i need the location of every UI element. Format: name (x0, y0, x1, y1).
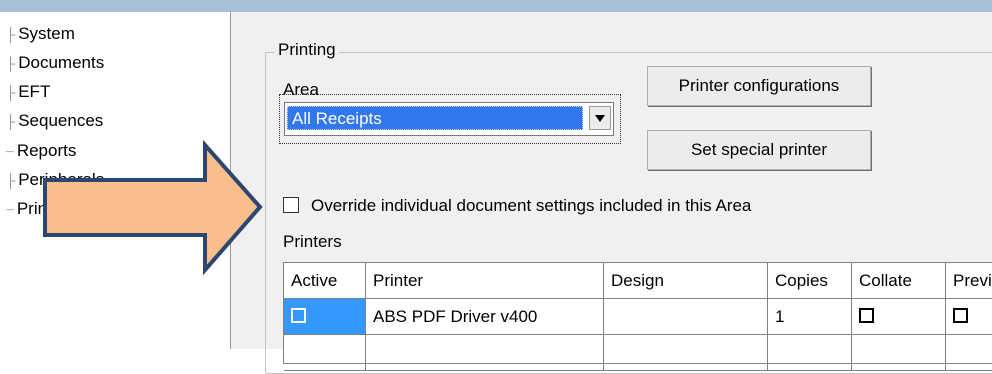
tree-branch-icon: ├ (6, 56, 16, 71)
tree-item-label: System (18, 24, 75, 43)
copies-cell[interactable]: 1 (768, 299, 852, 335)
preview-checkbox[interactable] (953, 308, 968, 324)
column-header-preview[interactable]: Previe (946, 263, 992, 299)
grid-header-row: Active Printer Design Copies Collate Pre… (284, 263, 992, 299)
arrow-shape (43, 140, 263, 275)
column-header-copies[interactable]: Copies (768, 263, 852, 299)
collate-cell[interactable] (852, 299, 946, 335)
tree-item-system[interactable]: ├ System (6, 22, 75, 46)
empty-cell (604, 335, 768, 371)
title-bar (0, 0, 992, 12)
tree-item-sequences[interactable]: ├ Sequences (6, 109, 103, 133)
printing-group-title: Printing (275, 40, 339, 60)
empty-cell (284, 335, 366, 371)
column-header-printer[interactable]: Printer (366, 263, 604, 299)
override-checkbox[interactable] (283, 196, 299, 213)
active-cell[interactable] (284, 299, 366, 335)
empty-cell (852, 335, 946, 371)
tree-item-label: EFT (18, 82, 51, 101)
tree-branch-icon: ├ (6, 85, 16, 100)
area-selected-value: All Receipts (287, 106, 583, 130)
printer-cell[interactable]: ABS PDF Driver v400 (366, 299, 604, 335)
column-header-active[interactable]: Active (284, 263, 366, 299)
table-row[interactable]: ABS PDF Driver v400 1 (284, 299, 992, 335)
empty-cell (946, 335, 992, 371)
right-arrow-icon (43, 140, 263, 275)
empty-cell (768, 335, 852, 371)
set-special-printer-button[interactable]: Set special printer (647, 130, 871, 170)
area-dropdown[interactable]: All Receipts (284, 102, 614, 136)
printer-configurations-button[interactable]: Printer configurations (647, 66, 871, 106)
printers-label: Printers (283, 232, 342, 251)
printing-panel: Printing Area All Receipts Printer confi… (231, 12, 992, 374)
tree-branch-icon: ├ (6, 27, 16, 42)
override-label: Override individual document settings in… (311, 196, 752, 215)
active-checkbox[interactable] (291, 308, 306, 324)
column-header-collate[interactable]: Collate (852, 263, 946, 299)
tree-branch-icon: ┈ (6, 144, 14, 159)
preview-cell[interactable] (946, 299, 992, 335)
tree-item-label: Sequences (18, 111, 104, 130)
tree-item-documents[interactable]: ├ Documents (6, 51, 104, 75)
chevron-down-icon[interactable] (589, 106, 611, 130)
empty-cell (366, 335, 604, 371)
collate-checkbox[interactable] (859, 308, 874, 324)
tree-branch-icon: ├ (6, 173, 16, 188)
tree-item-eft[interactable]: ├ EFT (6, 80, 50, 104)
column-header-design[interactable]: Design (604, 263, 768, 299)
tree-branch-icon: ├ (6, 114, 16, 129)
tree-branch-icon: ┈ (6, 202, 14, 217)
override-checkbox-row[interactable]: Override individual document settings in… (283, 194, 751, 218)
design-cell[interactable] (604, 299, 768, 335)
tree-item-label: Documents (18, 53, 105, 72)
table-row (284, 335, 992, 371)
